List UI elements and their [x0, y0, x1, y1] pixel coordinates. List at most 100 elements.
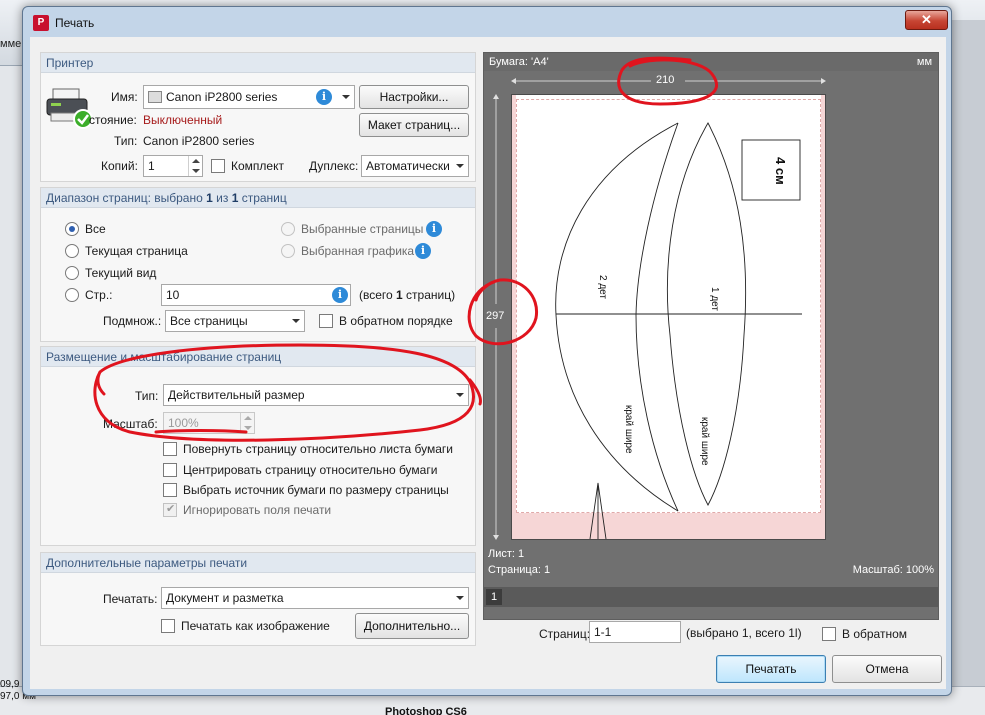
selected-graphics-info-icon[interactable]: i [415, 243, 431, 259]
dialog-titlebar[interactable]: P Печать ✕ [23, 7, 951, 37]
printer-name-dropdown[interactable]: Canon iP2800 series i [143, 85, 355, 109]
height-ruler: 297 [486, 94, 505, 540]
scale-value: 100% [168, 416, 199, 430]
ignore-margins-label: Игнорировать поля печати [183, 503, 332, 517]
selected-pages-radio[interactable] [281, 222, 295, 236]
printer-info-icon[interactable]: i [316, 89, 332, 105]
copies-label: Копий: [101, 159, 138, 173]
print-button[interactable]: Печатать [716, 655, 826, 683]
extra-options-section: Дополнительные параметры печати Печатать… [40, 552, 476, 646]
page-range-header: Диапазон страниц: выбрано 1 из 1 страниц [41, 188, 475, 208]
print-what-value: Документ и разметка [166, 591, 284, 605]
cancel-button[interactable]: Отмена [832, 655, 942, 683]
current-view-label: Текущий вид [85, 266, 157, 280]
status-value-1: 09,9 [0, 679, 20, 690]
scale-stepper: 100% [163, 412, 255, 434]
bottom-pages-label: Страниц: [539, 627, 591, 641]
pages-total-suffix: страниц) [402, 288, 456, 302]
current-page-radio[interactable] [65, 244, 79, 258]
scale-spin-icon [240, 413, 254, 433]
chevron-down-icon [456, 164, 464, 168]
selected-graphics-label: Выбранная графика [301, 244, 415, 258]
background-left-panel: мме [0, 38, 24, 686]
rotate-checkbox[interactable] [163, 442, 177, 456]
bottom-reverse-checkbox[interactable] [822, 627, 836, 641]
dialog-title: Печать [55, 16, 95, 30]
pages-info-icon[interactable]: i [332, 287, 348, 303]
box-text: 4 см [773, 157, 788, 185]
close-button[interactable]: ✕ [905, 10, 948, 30]
extra-options-header: Дополнительные параметры печати [41, 553, 475, 573]
paper-size-label: Бумага: 'A4' [489, 56, 549, 68]
printer-type-value: Canon iP2800 series [143, 134, 255, 148]
reverse-order-checkbox[interactable] [319, 314, 333, 328]
piece-2-label: 2 дет [597, 275, 608, 299]
dialog-client: Принтер Имя: Canon iP2800 series i Настр [30, 37, 946, 689]
background-left-text: мме [0, 38, 22, 50]
printer-name-label: Имя: [111, 90, 138, 104]
bottom-pages-input[interactable]: 1-1 [589, 621, 681, 643]
selected-graphics-radio[interactable] [281, 244, 295, 258]
selected-pages-info-icon[interactable]: i [426, 221, 442, 237]
placement-section: Размещение и масштабирование страниц Тип… [40, 346, 476, 546]
current-view-radio[interactable] [65, 266, 79, 280]
subset-dropdown[interactable]: Все страницы [165, 310, 305, 332]
print-as-image-label: Печатать как изображение [181, 619, 330, 633]
copies-value: 1 [148, 159, 155, 173]
paper-source-label: Выбрать источник бумаги по размеру стран… [183, 483, 449, 497]
units-label: мм [916, 56, 932, 68]
duplex-dropdown[interactable]: Автоматически [361, 155, 469, 177]
pages-radio[interactable] [65, 288, 79, 302]
range-header-suffix: страниц [238, 191, 287, 205]
center-checkbox[interactable] [163, 463, 177, 477]
advanced-button[interactable]: Дополнительно... [355, 613, 469, 639]
subset-value: Все страницы [170, 314, 248, 328]
pages-total: (всего 1 страниц) [359, 288, 455, 302]
thumbnail-1[interactable]: 1 [486, 589, 502, 605]
width-value: 210 [656, 74, 675, 86]
page-layout-button[interactable]: Макет страниц... [359, 113, 469, 137]
bottom-pages-value: 1-1 [594, 625, 612, 639]
current-page-label: Текущая страница [85, 244, 188, 258]
subset-label: Подмнож.: [103, 314, 162, 328]
range-header-mid: из [212, 191, 232, 205]
duplex-value: Автоматически [366, 159, 450, 173]
copies-stepper[interactable]: 1 [143, 155, 203, 177]
printer-small-icon [148, 91, 162, 103]
print-as-image-checkbox[interactable] [161, 619, 175, 633]
chevron-down-icon [456, 393, 464, 397]
background-right-panel [950, 20, 985, 686]
pages-label: Стр.: [85, 288, 113, 302]
edge-wider-right: край шире [699, 417, 710, 466]
chevron-down-icon [292, 319, 300, 323]
placement-type-label: Тип: [135, 389, 159, 403]
printer-type-label: Тип: [114, 134, 138, 148]
center-label: Центрировать страницу относительно бумаг… [183, 463, 438, 477]
collate-label: Комплект [231, 159, 284, 173]
page-range-section: Диапазон страниц: выбрано 1 из 1 страниц… [40, 187, 476, 342]
copies-spin-icon[interactable] [188, 156, 202, 176]
printer-settings-button[interactable]: Настройки... [359, 85, 469, 109]
pages-total-prefix: (всего [359, 288, 397, 302]
range-all-label: Все [85, 222, 106, 236]
scale-label: Масштаб: [103, 417, 158, 431]
rotate-label: Повернуть страницу относительно листа бу… [183, 442, 453, 456]
thumbnail-strip: 1 [484, 587, 938, 607]
printer-name-value: Canon iP2800 series [166, 90, 278, 104]
range-all-radio[interactable] [65, 222, 79, 236]
taskbar-item[interactable]: Photoshop CS6 [385, 706, 467, 715]
height-value: 297 [486, 310, 505, 322]
range-header-prefix: Диапазон страниц: выбрано [46, 191, 207, 205]
reverse-order-label: В обратном порядке [339, 314, 453, 328]
printer-section: Принтер Имя: Canon iP2800 series i Настр [40, 52, 476, 182]
placement-type-dropdown[interactable]: Действительный размер [163, 384, 469, 406]
app-icon: P [33, 15, 49, 31]
paper-source-checkbox[interactable] [163, 483, 177, 497]
pages-input[interactable]: 10 i [161, 284, 351, 306]
printer-section-header: Принтер [41, 53, 475, 73]
chevron-down-icon [456, 596, 464, 600]
print-what-dropdown[interactable]: Документ и разметка [161, 587, 469, 609]
collate-checkbox[interactable] [211, 159, 225, 173]
piece-1-label: 1 дет [709, 287, 720, 311]
duplex-label: Дуплекс: [309, 159, 359, 173]
